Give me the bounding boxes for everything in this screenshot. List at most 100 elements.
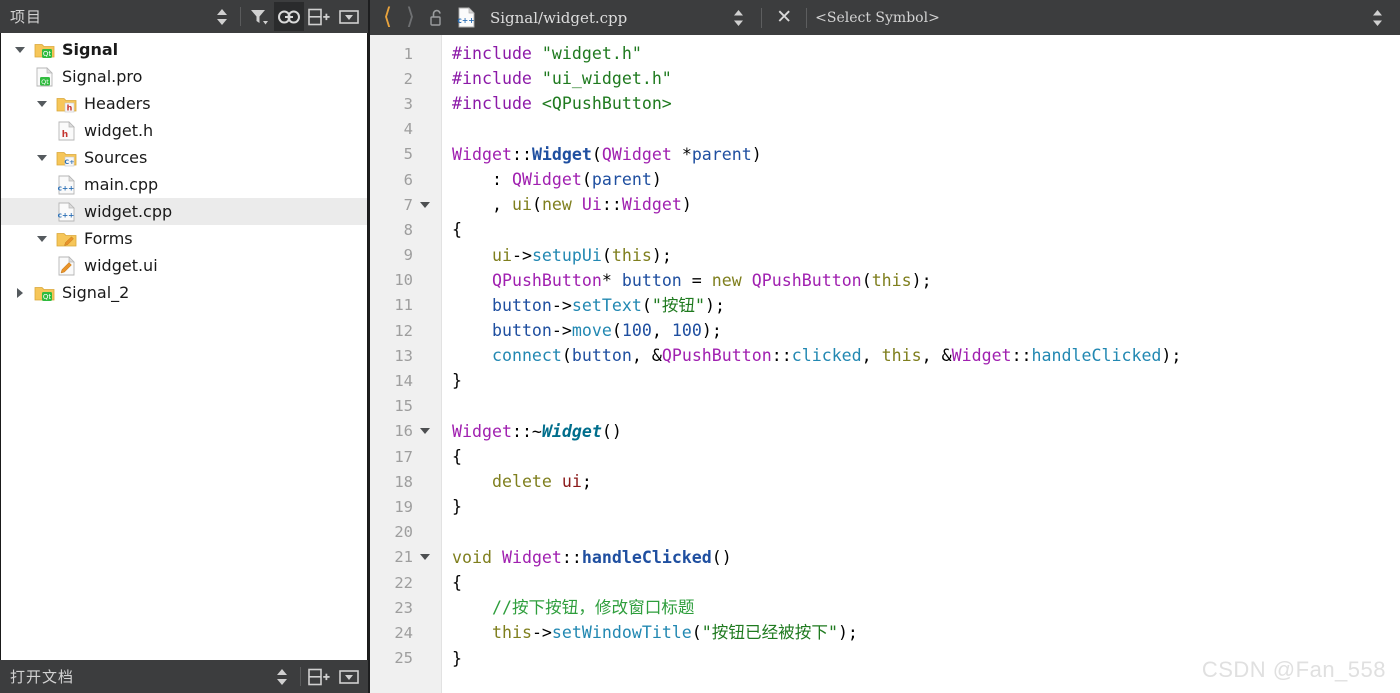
sidebar-toolbar: 项目: [0, 0, 368, 33]
code-token: Widget: [531, 144, 592, 164]
code-line[interactable]: {: [452, 570, 1400, 595]
fold-marker-icon[interactable]: [413, 554, 437, 561]
chevron-left-icon[interactable]: ⟨: [376, 6, 399, 29]
code-token: button: [491, 321, 552, 341]
tree-item-sources[interactable]: C+ Sources: [1, 144, 367, 171]
code-line[interactable]: connect(button, &QPushButton::clicked, t…: [452, 343, 1400, 368]
project-tree[interactable]: Qt Signal Qt Signal.pro h Headers h widg…: [0, 33, 368, 660]
code-token: (: [601, 245, 612, 265]
unlock-icon[interactable]: [422, 3, 452, 32]
code-content[interactable]: #include "widget.h" #include "ui_widget.h…: [442, 35, 1400, 693]
gutter-row[interactable]: 3: [370, 91, 441, 116]
gutter-row[interactable]: 23: [370, 595, 441, 620]
gutter-row[interactable]: 22: [370, 570, 441, 595]
gutter-row[interactable]: 15: [370, 394, 441, 419]
gutter-row[interactable]: 13: [370, 343, 441, 368]
close-panel-icon[interactable]: [334, 662, 364, 691]
gutter-row[interactable]: 17: [370, 444, 441, 469]
gutter-row[interactable]: 20: [370, 520, 441, 545]
gutter-row[interactable]: 7: [370, 192, 441, 217]
gutter-row[interactable]: 25: [370, 646, 441, 671]
tree-item-widget-cpp[interactable]: c++ widget.cpp: [1, 198, 367, 225]
link-icon[interactable]: [274, 2, 304, 31]
gutter-row[interactable]: 18: [370, 469, 441, 494]
tree-item-widget-h[interactable]: h widget.h: [1, 117, 367, 144]
sort-icon[interactable]: [207, 2, 237, 31]
gutter-row[interactable]: 2: [370, 66, 441, 91]
code-line[interactable]: #include <QPushButton>: [452, 91, 1400, 116]
code-line[interactable]: delete ui;: [452, 469, 1400, 494]
code-token: Widget: [621, 195, 682, 215]
code-line[interactable]: }: [452, 368, 1400, 393]
code-line[interactable]: this->setWindowTitle("按钮已经被按下");: [452, 620, 1400, 645]
gutter-row[interactable]: 24: [370, 620, 441, 645]
code-line[interactable]: [452, 520, 1400, 545]
gutter-row[interactable]: 21: [370, 545, 441, 570]
fold-marker-icon[interactable]: [413, 428, 437, 435]
tree-item-main-cpp[interactable]: c++ main.cpp: [1, 171, 367, 198]
twisty-down-icon[interactable]: [31, 100, 53, 107]
code-editor[interactable]: 1 2 3 4 5 6 7 8 9 10 11 12 13 14 15 16 17 18 19 20 21 22 23 24 2…: [370, 35, 1400, 693]
filter-icon[interactable]: [244, 2, 274, 31]
sort-icon[interactable]: [267, 662, 297, 691]
code-token: Widget: [501, 547, 562, 567]
code-token: (): [601, 421, 622, 441]
gutter-row[interactable]: 5: [370, 142, 441, 167]
file-dropdown-icon[interactable]: [723, 3, 753, 32]
code-line[interactable]: Widget::~Widget(): [452, 419, 1400, 444]
line-number: 22: [394, 573, 413, 592]
code-line[interactable]: button->move(100, 100);: [452, 318, 1400, 343]
code-line[interactable]: [452, 394, 1400, 419]
code-line[interactable]: void Widget::handleClicked(): [452, 545, 1400, 570]
tree-item-forms[interactable]: Forms: [1, 225, 367, 252]
tree-item-signal[interactable]: Qt Signal: [1, 36, 367, 63]
open-file-name[interactable]: Signal/widget.cpp: [490, 9, 627, 27]
code-line[interactable]: #include "widget.h": [452, 41, 1400, 66]
fold-marker-icon[interactable]: [413, 201, 437, 208]
tree-item-signal-2[interactable]: Qt Signal_2: [1, 279, 367, 306]
code-line[interactable]: //按下按钮，修改窗口标题: [452, 595, 1400, 620]
code-line[interactable]: {: [452, 444, 1400, 469]
code-line[interactable]: }: [452, 494, 1400, 519]
tree-item-headers[interactable]: h Headers: [1, 90, 367, 117]
code-line[interactable]: QPushButton* button = new QPushButton(th…: [452, 268, 1400, 293]
code-line[interactable]: , ui(new Ui::Widget): [452, 192, 1400, 217]
split-add-icon[interactable]: [304, 2, 334, 31]
line-number-gutter[interactable]: 1 2 3 4 5 6 7 8 9 10 11 12 13 14 15 16 17 18 19 20 21 22 23 24 2…: [370, 35, 442, 693]
split-add-icon[interactable]: [304, 662, 334, 691]
code-token: ,: [452, 195, 512, 215]
twisty-down-icon[interactable]: [31, 154, 53, 161]
gutter-row[interactable]: 8: [370, 217, 441, 242]
tree-item-signal-pro[interactable]: Qt Signal.pro: [1, 63, 367, 90]
code-line[interactable]: {: [452, 217, 1400, 242]
gutter-row[interactable]: 1: [370, 41, 441, 66]
code-line[interactable]: : QWidget(parent): [452, 167, 1400, 192]
gutter-row[interactable]: 4: [370, 117, 441, 142]
code-line[interactable]: [452, 117, 1400, 142]
gutter-row[interactable]: 6: [370, 167, 441, 192]
code-line[interactable]: #include "ui_widget.h": [452, 66, 1400, 91]
close-file-button[interactable]: ✕: [770, 8, 798, 27]
line-number: 17: [394, 447, 413, 466]
tree-item-label: widget.ui: [84, 256, 158, 275]
updown-arrows-icon[interactable]: [1362, 3, 1392, 32]
twisty-down-icon[interactable]: [9, 46, 31, 53]
code-line[interactable]: ui->setupUi(this);: [452, 243, 1400, 268]
gutter-row[interactable]: 14: [370, 368, 441, 393]
symbol-selector[interactable]: <Select Symbol>: [815, 10, 940, 26]
gutter-row[interactable]: 16: [370, 419, 441, 444]
tree-item-widget-ui[interactable]: widget.ui: [1, 252, 367, 279]
twisty-down-icon[interactable]: [31, 235, 53, 242]
code-line[interactable]: }: [452, 646, 1400, 671]
gutter-row[interactable]: 12: [370, 318, 441, 343]
code-line[interactable]: button->setText("按钮");: [452, 293, 1400, 318]
gutter-row[interactable]: 9: [370, 243, 441, 268]
twisty-right-icon[interactable]: [9, 287, 31, 298]
gutter-row[interactable]: 11: [370, 293, 441, 318]
chevron-right-icon[interactable]: ⟩: [399, 6, 422, 29]
gutter-row[interactable]: 10: [370, 268, 441, 293]
close-panel-icon[interactable]: [334, 2, 364, 31]
gutter-row[interactable]: 19: [370, 494, 441, 519]
code-line[interactable]: Widget::Widget(QWidget *parent): [452, 142, 1400, 167]
